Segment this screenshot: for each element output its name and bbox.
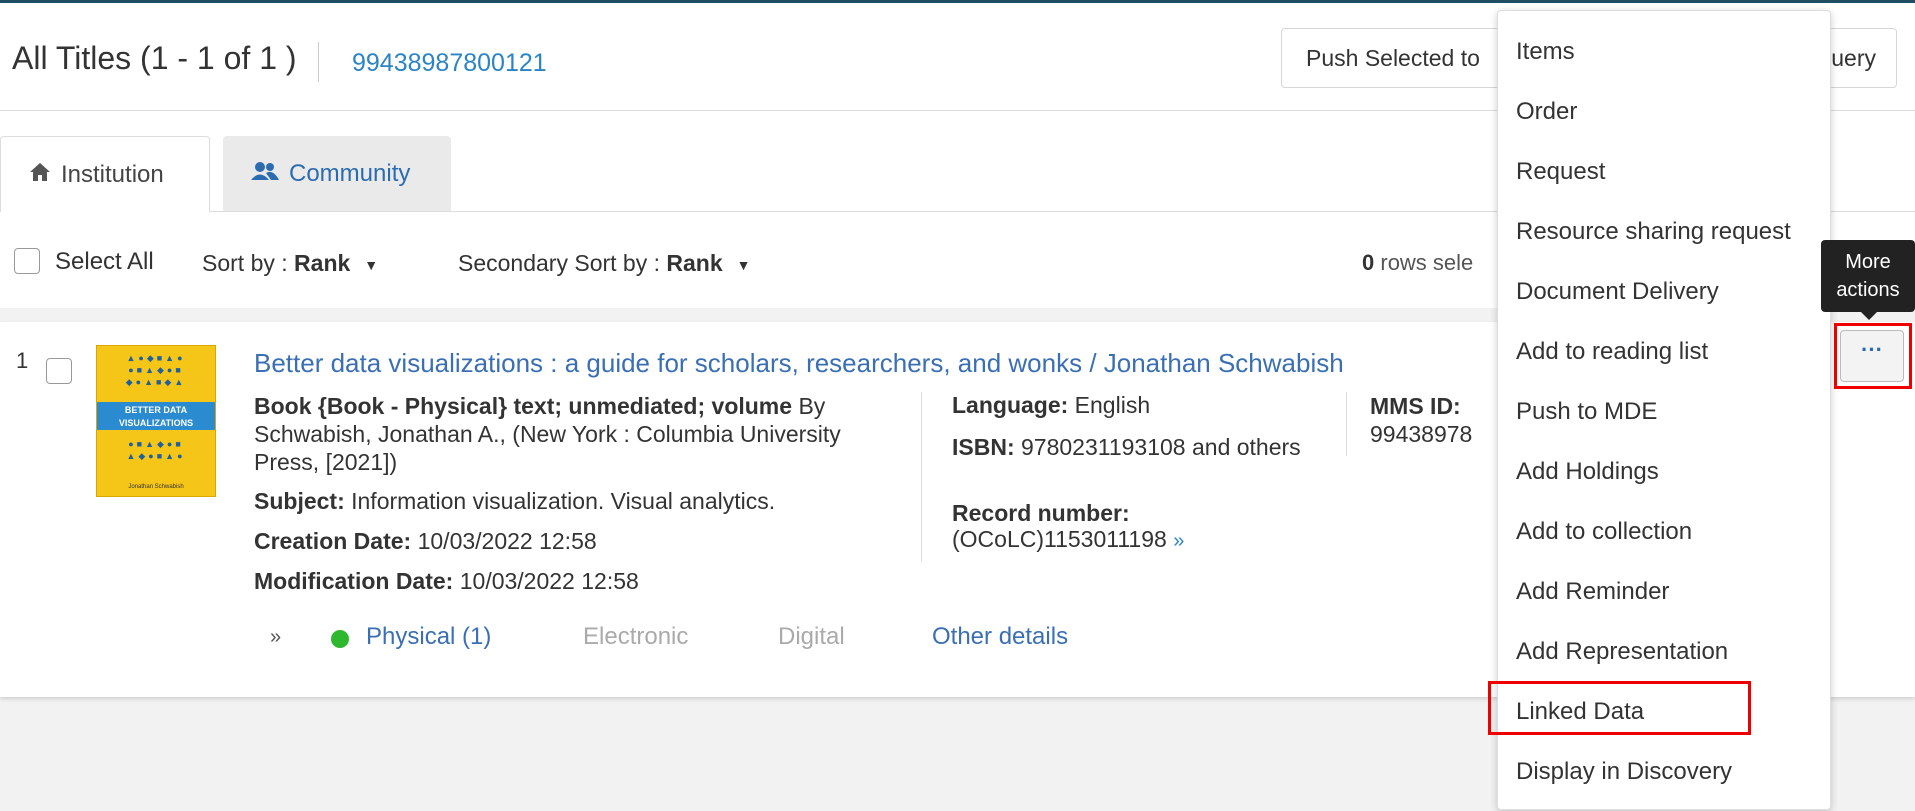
rows-selected-count: 0: [1362, 250, 1375, 275]
language-label: Language:: [952, 392, 1069, 418]
sort-by-label: Sort by :: [202, 250, 295, 276]
home-icon: [29, 161, 51, 189]
row-checkbox[interactable]: [46, 358, 72, 384]
physical-inventory-link[interactable]: Physical (1): [366, 623, 491, 651]
menu-item-add-holdings[interactable]: Add Holdings: [1516, 458, 1659, 486]
tooltip-line1: More: [1845, 251, 1891, 273]
isbn-line: ISBN: 9780231193108 and others: [952, 434, 1312, 460]
isbn-label: ISBN:: [952, 434, 1015, 460]
search-term-link[interactable]: 99438987800121: [352, 49, 547, 78]
tab-community-label: Community: [289, 160, 411, 187]
menu-item-request[interactable]: Request: [1516, 158, 1605, 186]
subject-label: Subject:: [254, 488, 345, 514]
other-details-link[interactable]: Other details: [932, 623, 1068, 651]
expand-more-icon[interactable]: »: [1173, 530, 1184, 552]
cover-title-line1: BETTER DATA: [124, 405, 188, 415]
sort-by-value: Rank: [294, 250, 351, 276]
secondary-sort-label: Secondary Sort by :: [458, 250, 667, 276]
tooltip-line2: actions: [1836, 279, 1900, 301]
subject-value: Information visualization. Visual analyt…: [344, 488, 776, 514]
mms-id-value: 99438978: [1370, 421, 1473, 447]
menu-item-add-reminder[interactable]: Add Reminder: [1516, 578, 1669, 606]
cover-author: Jonathan Schwabish: [128, 484, 184, 490]
menu-item-add-to-collection[interactable]: Add to collection: [1516, 518, 1692, 546]
modification-date-line: Modification Date: 10/03/2022 12:58: [254, 568, 639, 595]
linked-data-highlight: [1488, 681, 1751, 735]
electronic-inventory-label: Electronic: [583, 623, 689, 650]
push-selected-label-right: uery: [1831, 44, 1876, 71]
digital-inventory-label: Digital: [778, 623, 845, 650]
cover-chart-icons: ▲●◆■▲● ●■▲◆●■ ◆●▲■◆▲: [125, 353, 187, 387]
cover-title-band: BETTER DATA VISUALIZATIONS: [97, 402, 215, 430]
record-number-label: Record number:: [952, 500, 1130, 526]
record-number-value: (OCoLC)1153011198: [952, 526, 1167, 552]
menu-item-resource-sharing-request[interactable]: Resource sharing request: [1516, 218, 1791, 246]
book-cover-thumbnail[interactable]: ▲●◆■▲● ●■▲◆●■ ◆●▲■◆▲ BETTER DATA VISUALIZA…: [96, 345, 216, 497]
available-status-icon: [331, 630, 349, 648]
language-line: Language: English: [952, 392, 1312, 418]
users-icon: [251, 160, 279, 188]
secondary-sort-dropdown[interactable]: Secondary Sort by : Rank ▼: [458, 250, 751, 277]
menu-item-display-in-discovery[interactable]: Display in Discovery: [1516, 758, 1732, 786]
result-title-link[interactable]: Better data visualizations : a guide for…: [254, 348, 1494, 379]
secondary-sort-value: Rank: [666, 250, 723, 276]
title-separator: [318, 42, 319, 82]
more-actions-highlight: [1834, 323, 1912, 389]
creation-date-value: 10/03/2022 12:58: [411, 528, 597, 554]
select-all-label[interactable]: Select All: [55, 248, 154, 276]
caret-down-icon: ▼: [364, 256, 379, 273]
creation-date-line: Creation Date: 10/03/2022 12:58: [254, 528, 597, 555]
menu-item-order[interactable]: Order: [1516, 98, 1577, 126]
cover-title-line2: VISUALIZATIONS: [118, 418, 194, 428]
menu-item-push-to-mde[interactable]: Push to MDE: [1516, 398, 1657, 426]
push-selected-label: Push Selected to: [1306, 44, 1480, 71]
sort-by-dropdown[interactable]: Sort by : Rank ▼: [202, 250, 378, 277]
row-number: 1: [16, 348, 29, 373]
tab-institution[interactable]: Institution: [0, 136, 210, 212]
page-title: All Titles (1 - 1 of 1 ): [12, 40, 297, 76]
tab-institution-label: Institution: [61, 160, 164, 188]
creation-date-label: Creation Date:: [254, 528, 412, 554]
expand-details-icon[interactable]: »: [270, 626, 281, 649]
modification-date-label: Modification Date:: [254, 568, 454, 594]
menu-item-add-to-reading-list[interactable]: Add to reading list: [1516, 338, 1708, 366]
cover-chart-icons: ●■▲◆●■ ▲◆●■▲●: [126, 439, 186, 461]
more-actions-tooltip: More actions: [1821, 240, 1915, 320]
tab-community[interactable]: Community: [223, 136, 451, 212]
subject-line: Subject: Information visualization. Visu…: [254, 488, 775, 515]
modification-date-value: 10/03/2022 12:58: [453, 568, 639, 594]
mms-id-block: MMS ID: 99438978: [1370, 392, 1472, 448]
column-separator: [1346, 392, 1347, 456]
menu-item-document-delivery[interactable]: Document Delivery: [1516, 278, 1719, 306]
menu-item-add-representation[interactable]: Add Representation: [1516, 638, 1728, 666]
record-number-line: Record number: (OCoLC)1153011198 »: [952, 500, 1312, 554]
rows-selected-indicator: 0 rows sele: [1362, 250, 1473, 276]
column-separator: [921, 392, 922, 562]
menu-item-items[interactable]: Items: [1516, 38, 1575, 66]
select-all-checkbox[interactable]: [14, 248, 40, 274]
result-description: Book {Book - Physical} text; unmediated;…: [254, 392, 894, 476]
format-info: Book {Book - Physical} text; unmediated;…: [254, 393, 793, 419]
mms-id-label: MMS ID:: [1370, 393, 1461, 419]
rows-selected-text: rows sele: [1374, 250, 1474, 275]
language-value: English: [1068, 392, 1151, 418]
caret-down-icon: ▼: [736, 256, 751, 273]
isbn-value: 9780231193108 and others: [1014, 434, 1301, 460]
